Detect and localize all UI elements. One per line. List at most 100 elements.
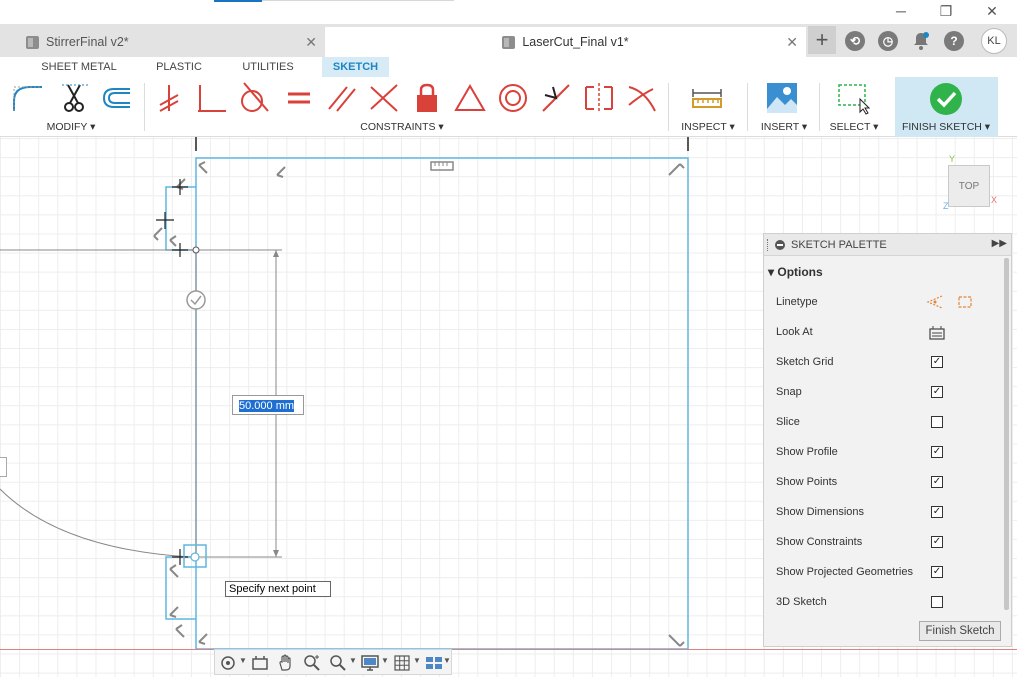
viewports-icon[interactable] — [425, 654, 443, 672]
restore-button[interactable]: ❐ — [923, 0, 969, 22]
document-tab-bar: StirrerFinal v2* ✕ LaserCut_Final v1* ✕ … — [0, 24, 1017, 57]
tangent-constraint-icon[interactable] — [236, 81, 270, 115]
insert-image-icon[interactable] — [765, 81, 799, 115]
close-tab-icon[interactable]: ✕ — [786, 34, 798, 51]
finish-sketch-button[interactable]: Finish Sketch — [919, 621, 1001, 641]
show-points-checkbox[interactable]: ✓ — [931, 476, 943, 488]
select-group-label[interactable]: SELECT ▾ — [828, 121, 880, 133]
zoom-window-icon[interactable] — [329, 654, 347, 672]
chevron-down-icon[interactable]: ▼ — [381, 656, 389, 665]
chevron-down-icon[interactable]: ▼ — [349, 656, 357, 665]
parallel-constraint-icon[interactable] — [325, 81, 359, 115]
construction-linetype-icon[interactable] — [926, 294, 944, 310]
toolbar-separator — [819, 83, 820, 131]
document-cube-icon — [502, 35, 516, 49]
trim-scissors-icon[interactable] — [58, 81, 92, 115]
triangle-constraint-icon[interactable] — [453, 81, 487, 115]
option-label: Linetype — [776, 296, 818, 308]
constraints-group-label[interactable]: CONSTRAINTS ▾ — [352, 121, 452, 133]
coincident-check-icon — [186, 290, 206, 310]
new-tab-plus-icon[interactable]: + — [808, 26, 836, 54]
minimize-button[interactable]: ─ — [878, 0, 924, 22]
option-label: Show Profile — [776, 446, 838, 458]
grid-settings-icon[interactable] — [393, 654, 411, 672]
notifications-bell-icon[interactable] — [908, 28, 934, 54]
chevron-down-icon[interactable]: ▼ — [413, 656, 421, 665]
tab-label: LaserCut_Final v1* — [522, 35, 629, 49]
show-constraints-checkbox[interactable]: ✓ — [931, 536, 943, 548]
offscreen-input-stub[interactable] — [0, 457, 7, 477]
palette-scrollbar[interactable] — [1004, 258, 1009, 610]
collapse-minus-icon[interactable] — [775, 239, 785, 250]
fix-lock-icon[interactable] — [410, 81, 444, 115]
document-cube-icon — [26, 35, 39, 49]
dimension-input[interactable]: 50.000 mm — [232, 395, 304, 415]
options-section-header[interactable]: ▾ Options — [768, 265, 823, 279]
option-row-sketch-grid: Sketch Grid ✓ — [776, 352, 996, 372]
finish-sketch-group-label[interactable]: FINISH SKETCH ▾ — [901, 121, 991, 133]
show-projected-geometries-checkbox[interactable]: ✓ — [931, 566, 943, 578]
slice-checkbox[interactable] — [931, 416, 943, 428]
look-at-nav-icon[interactable] — [251, 654, 269, 672]
insert-group-label[interactable]: INSERT ▾ — [759, 121, 809, 133]
dimension-value: 50.000 mm — [239, 400, 295, 412]
tab-stirrerfinal[interactable]: StirrerFinal v2* ✕ — [0, 27, 325, 57]
close-window-button[interactable]: ✕ — [969, 0, 1015, 22]
coincident-constraint-icon[interactable] — [152, 81, 186, 115]
extensions-icon[interactable]: ⟲ — [842, 28, 868, 54]
orbit-icon[interactable] — [219, 654, 237, 672]
modify-group-label[interactable]: MODIFY ▾ — [40, 121, 102, 133]
display-settings-icon[interactable] — [361, 654, 379, 672]
concentric-constraint-icon[interactable] — [496, 81, 530, 115]
workspace-tab-utilities[interactable]: UTILITIES — [236, 57, 300, 77]
viewcube-face-label: TOP — [958, 180, 980, 192]
option-row-snap: Snap ✓ — [776, 382, 996, 402]
job-status-clock-icon[interactable]: ◷ — [875, 28, 901, 54]
centerline-linetype-icon[interactable] — [956, 294, 974, 310]
user-avatar[interactable]: KL — [981, 28, 1007, 54]
select-window-icon[interactable] — [836, 81, 870, 115]
navigation-bar: ▼ ▼ ▼ ▼ ▼ — [214, 649, 452, 675]
pan-hand-icon[interactable] — [277, 654, 295, 672]
curvature-constraint-icon[interactable] — [625, 81, 659, 115]
zoom-icon[interactable] — [303, 654, 321, 672]
option-label: Sketch Grid — [776, 356, 834, 368]
symmetry-constraint-icon[interactable] — [582, 81, 616, 115]
equal-constraint-icon[interactable] — [282, 81, 316, 115]
inspect-group-label[interactable]: INSPECT ▾ — [680, 121, 736, 133]
show-profile-checkbox[interactable]: ✓ — [931, 446, 943, 458]
close-tab-icon[interactable]: ✕ — [305, 34, 317, 51]
drag-grip-icon[interactable] — [767, 238, 769, 251]
chevron-down-icon[interactable]: ▼ — [239, 656, 247, 665]
option-label: Show Constraints — [776, 536, 863, 548]
midpoint-constraint-icon[interactable] — [539, 81, 573, 115]
option-row-show-projected-geometries: Show Projected Geometries ✓ — [776, 562, 996, 582]
palette-header[interactable]: SKETCH PALETTE ▶▶ — [764, 234, 1011, 256]
measure-ruler-icon[interactable] — [690, 81, 724, 115]
fillet-icon[interactable] — [10, 81, 44, 115]
3d-sketch-checkbox[interactable] — [931, 596, 943, 608]
option-label: Show Points — [776, 476, 838, 488]
option-row-3d-sketch: 3D Sketch — [776, 592, 996, 612]
viewcube[interactable]: TOP — [948, 165, 990, 207]
option-row-show-points: Show Points ✓ — [776, 472, 996, 492]
workspace-tab-plastic[interactable]: PLASTIC — [148, 57, 210, 77]
expand-palette-icon[interactable]: ▶▶ — [992, 238, 1007, 249]
help-icon[interactable]: ? — [941, 28, 967, 54]
sketch-grid-checkbox[interactable]: ✓ — [931, 356, 943, 368]
workspace-tab-sheet-metal[interactable]: SHEET METAL — [36, 57, 122, 77]
option-label: 3D Sketch — [776, 596, 827, 608]
tab-lasercut-final[interactable]: LaserCut_Final v1* ✕ — [325, 27, 806, 57]
offset-icon[interactable] — [98, 81, 132, 115]
chevron-down-icon[interactable]: ▼ — [443, 656, 451, 665]
collinear-constraint-icon[interactable] — [367, 81, 401, 115]
look-at-icon[interactable] — [929, 325, 945, 340]
show-dimensions-checkbox[interactable]: ✓ — [931, 506, 943, 518]
workspace-tab-sketch[interactable]: SKETCH — [322, 57, 389, 77]
snap-checkbox[interactable]: ✓ — [931, 386, 943, 398]
toolbar-separator — [747, 83, 748, 131]
perpendicular-constraint-icon[interactable] — [194, 81, 228, 115]
tooltip-specify-next-point: Specify next point — [225, 581, 331, 597]
palette-title: SKETCH PALETTE — [791, 238, 887, 251]
option-row-linetype: Linetype — [776, 292, 996, 312]
